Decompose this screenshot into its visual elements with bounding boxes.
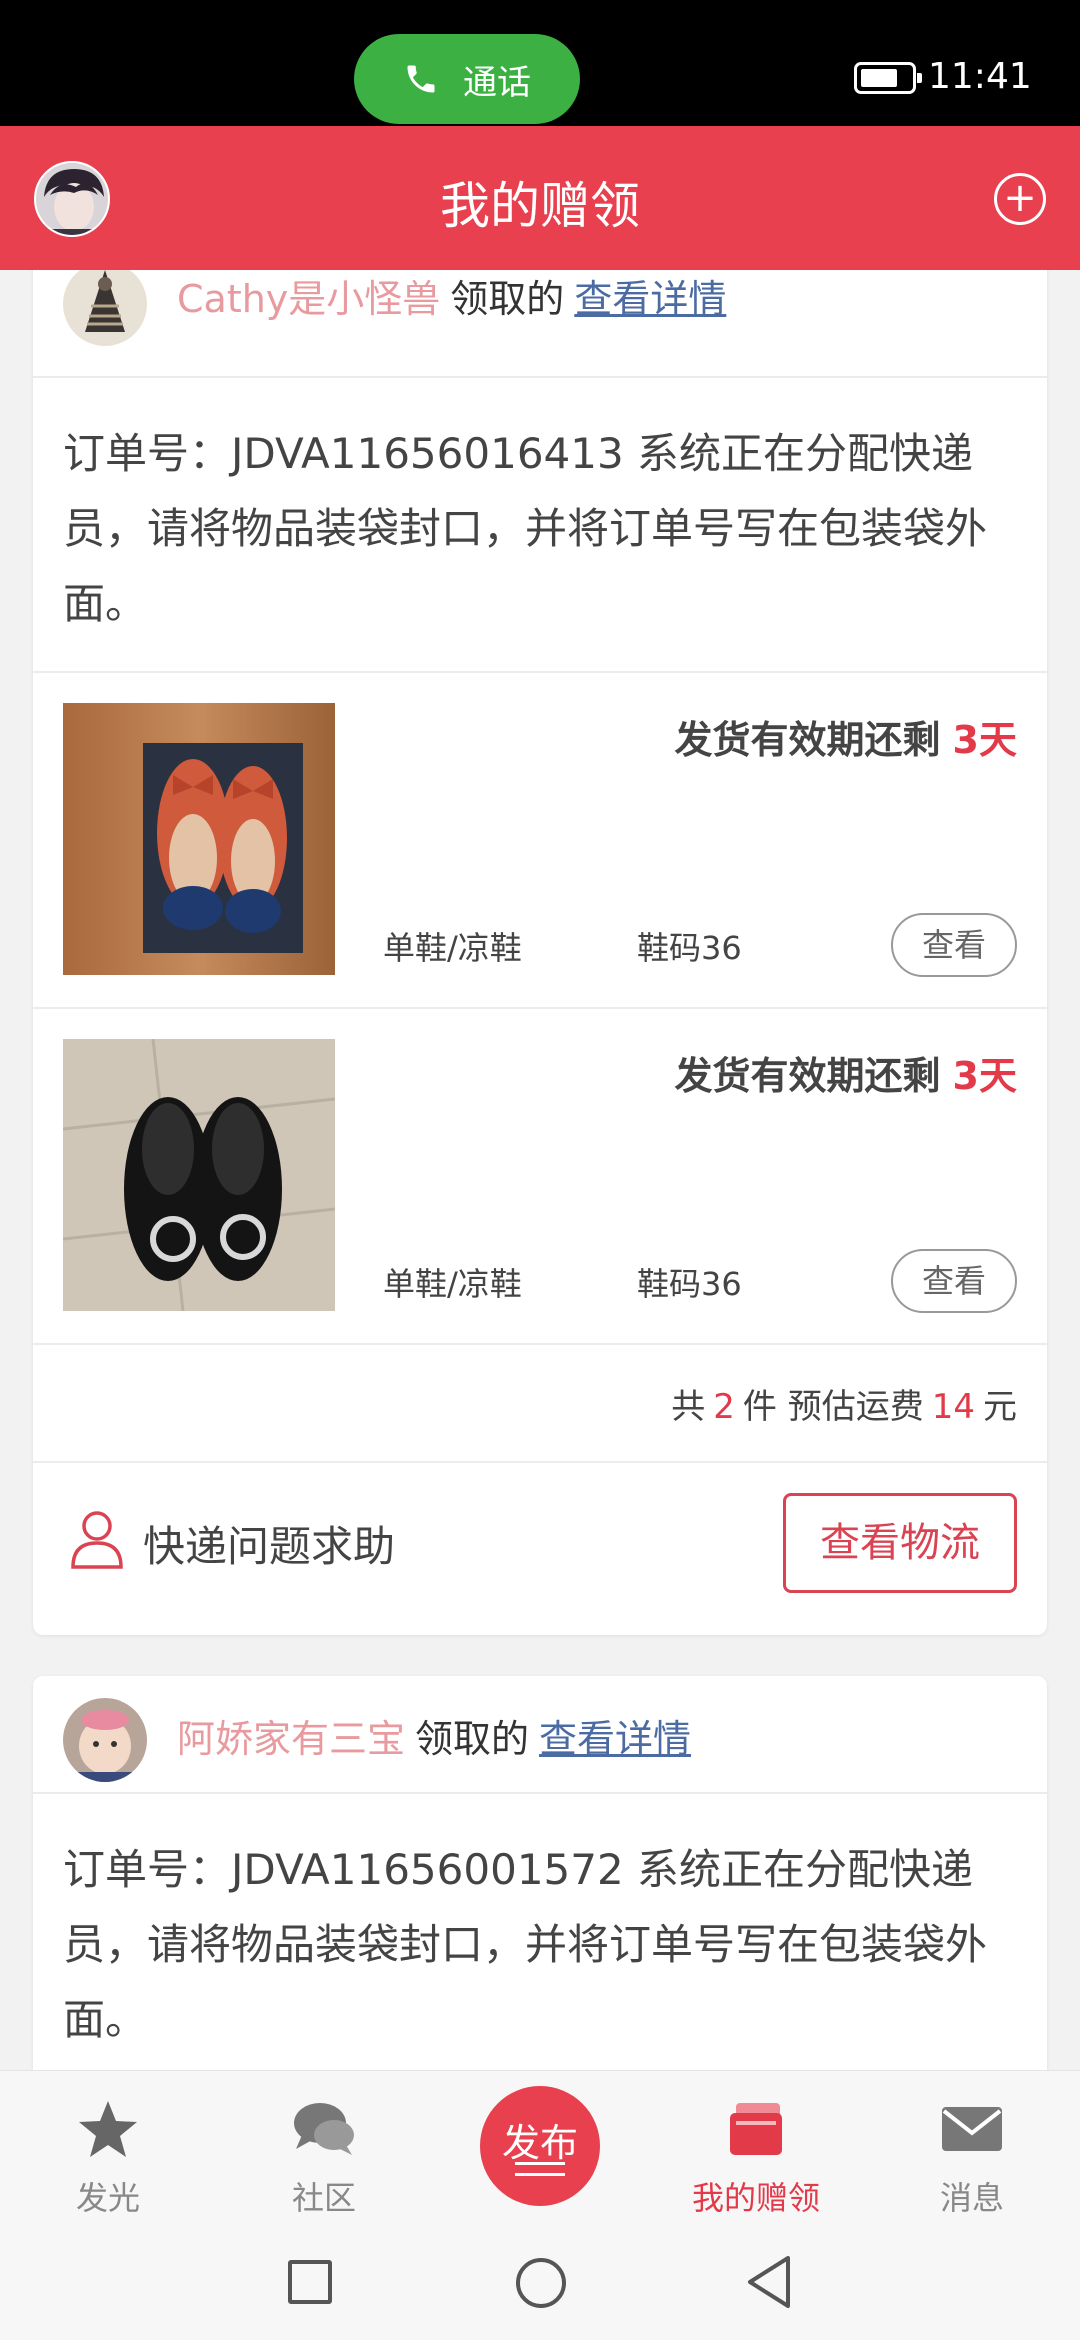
item-photo-black-flats[interactable] bbox=[63, 1039, 335, 1311]
call-pill[interactable]: 通话 bbox=[354, 34, 580, 124]
call-label: 通话 bbox=[463, 62, 531, 103]
view-details-link[interactable]: 查看详情 bbox=[574, 277, 726, 321]
shipping-deadline: 发货有效期还剩 3天 bbox=[675, 709, 1017, 764]
view-logistics-button[interactable]: 查看物流 bbox=[783, 1493, 1017, 1593]
recent-apps-icon[interactable] bbox=[288, 2260, 332, 2304]
publish-button[interactable]: 发布 bbox=[480, 2086, 600, 2206]
order-card: 阿娇家有三宝 领取的 查看详情 订单号：JDVA11656001572 系统正在分配… bbox=[33, 1676, 1047, 2070]
page-title: 我的赠领 bbox=[440, 177, 640, 235]
add-button[interactable]: + bbox=[994, 173, 1046, 225]
item-row: 发货有效期还剩 3天 单鞋/凉鞋 鞋码36 查看 bbox=[33, 1009, 1047, 1345]
view-item-button[interactable]: 查看 bbox=[891, 913, 1017, 977]
giver-avatar[interactable] bbox=[63, 1698, 147, 1782]
mail-icon bbox=[942, 2107, 1002, 2151]
star-icon bbox=[79, 2101, 137, 2157]
order-summary: 共2件 预估运费 14 元 bbox=[33, 1345, 1047, 1463]
courier-help-link[interactable]: 快递问题求助 bbox=[143, 1513, 395, 1574]
battery-icon bbox=[854, 62, 922, 94]
home-icon[interactable] bbox=[516, 2258, 566, 2308]
item-size: 鞋码36 bbox=[637, 1265, 742, 1303]
tab-glow[interactable]: 发光 bbox=[0, 2071, 216, 2225]
order-info: 订单号：JDVA11656001572 系统正在分配快递员，请将物品装袋封口，并… bbox=[63, 1845, 988, 2044]
card-header: 阿娇家有三宝 领取的 查看详情 bbox=[33, 1676, 1047, 1794]
deadline-days: 3天 bbox=[952, 718, 1017, 762]
giver-name[interactable]: 阿娇家有三宝 bbox=[177, 1717, 405, 1761]
tab-messages[interactable]: 消息 bbox=[864, 2071, 1080, 2225]
tab-label: 消息 bbox=[939, 2179, 1004, 2217]
deadline-days: 3天 bbox=[952, 1054, 1017, 1098]
order-card: Cathy是小怪兽 领取的 查看详情 订单号：JDVA11656016413 系统正… bbox=[33, 270, 1047, 1635]
tab-my-claims[interactable]: 我的赠领 bbox=[648, 2071, 864, 2225]
tab-label: 我的赠领 bbox=[691, 2179, 820, 2217]
plus-icon: + bbox=[1003, 175, 1037, 221]
received-text: 领取的 bbox=[450, 277, 565, 321]
item-size: 鞋码36 bbox=[637, 929, 742, 967]
app-header: 我的赠领 + bbox=[0, 126, 1080, 270]
system-nav-bar bbox=[0, 2224, 1080, 2340]
back-icon[interactable] bbox=[744, 2254, 794, 2310]
bottom-tab-bar: 发光 社区 发布 我的赠领 消息 bbox=[0, 2070, 1080, 2224]
status-bar: 通话 11:41 bbox=[0, 0, 1080, 126]
shipping-deadline: 发货有效期还剩 3天 bbox=[675, 1045, 1017, 1100]
item-category: 单鞋/凉鞋 bbox=[383, 1265, 522, 1303]
order-info: 订单号：JDVA11656016413 系统正在分配快递员，请将物品装袋封口，并… bbox=[33, 378, 1047, 673]
item-row: 发货有效期还剩 3天 单鞋/凉鞋 鞋码36 查看 bbox=[33, 673, 1047, 1009]
tab-label: 发光 bbox=[75, 2179, 140, 2217]
menu-lines-icon bbox=[515, 2162, 565, 2176]
giver-name[interactable]: Cathy是小怪兽 bbox=[177, 277, 440, 321]
card-header: Cathy是小怪兽 领取的 查看详情 bbox=[33, 270, 1047, 378]
item-count: 2 bbox=[713, 1387, 735, 1427]
deadline-label: 发货有效期还剩 bbox=[674, 718, 941, 762]
publish-label: 发布 bbox=[501, 2121, 578, 2165]
giver-avatar[interactable] bbox=[63, 270, 147, 346]
item-photo-orange-flats[interactable] bbox=[63, 703, 335, 975]
order-list[interactable]: Cathy是小怪兽 领取的 查看详情 订单号：JDVA11656016413 系统正… bbox=[0, 270, 1080, 2070]
view-details-link[interactable]: 查看详情 bbox=[539, 1717, 691, 1761]
view-item-button[interactable]: 查看 bbox=[891, 1249, 1017, 1313]
deadline-label: 发货有效期还剩 bbox=[674, 1054, 941, 1098]
clock: 11:41 bbox=[928, 56, 1032, 97]
chat-bubbles-icon bbox=[294, 2103, 354, 2155]
received-text: 领取的 bbox=[415, 1717, 530, 1761]
fee-unit: 元 bbox=[983, 1387, 1017, 1427]
tab-label: 社区 bbox=[291, 2179, 356, 2217]
person-icon[interactable] bbox=[69, 1509, 125, 1569]
phone-icon bbox=[407, 65, 435, 93]
shipping-fee: 14 bbox=[931, 1387, 975, 1427]
summary-count-unit: 件 预估运费 bbox=[742, 1387, 924, 1427]
tab-community[interactable]: 社区 bbox=[216, 2071, 432, 2225]
card-footer: 快递问题求助 查看物流 bbox=[33, 1463, 1047, 1635]
item-category: 单鞋/凉鞋 bbox=[383, 929, 522, 967]
summary-prefix: 共 bbox=[671, 1387, 706, 1427]
wallet-icon bbox=[730, 2103, 782, 2155]
